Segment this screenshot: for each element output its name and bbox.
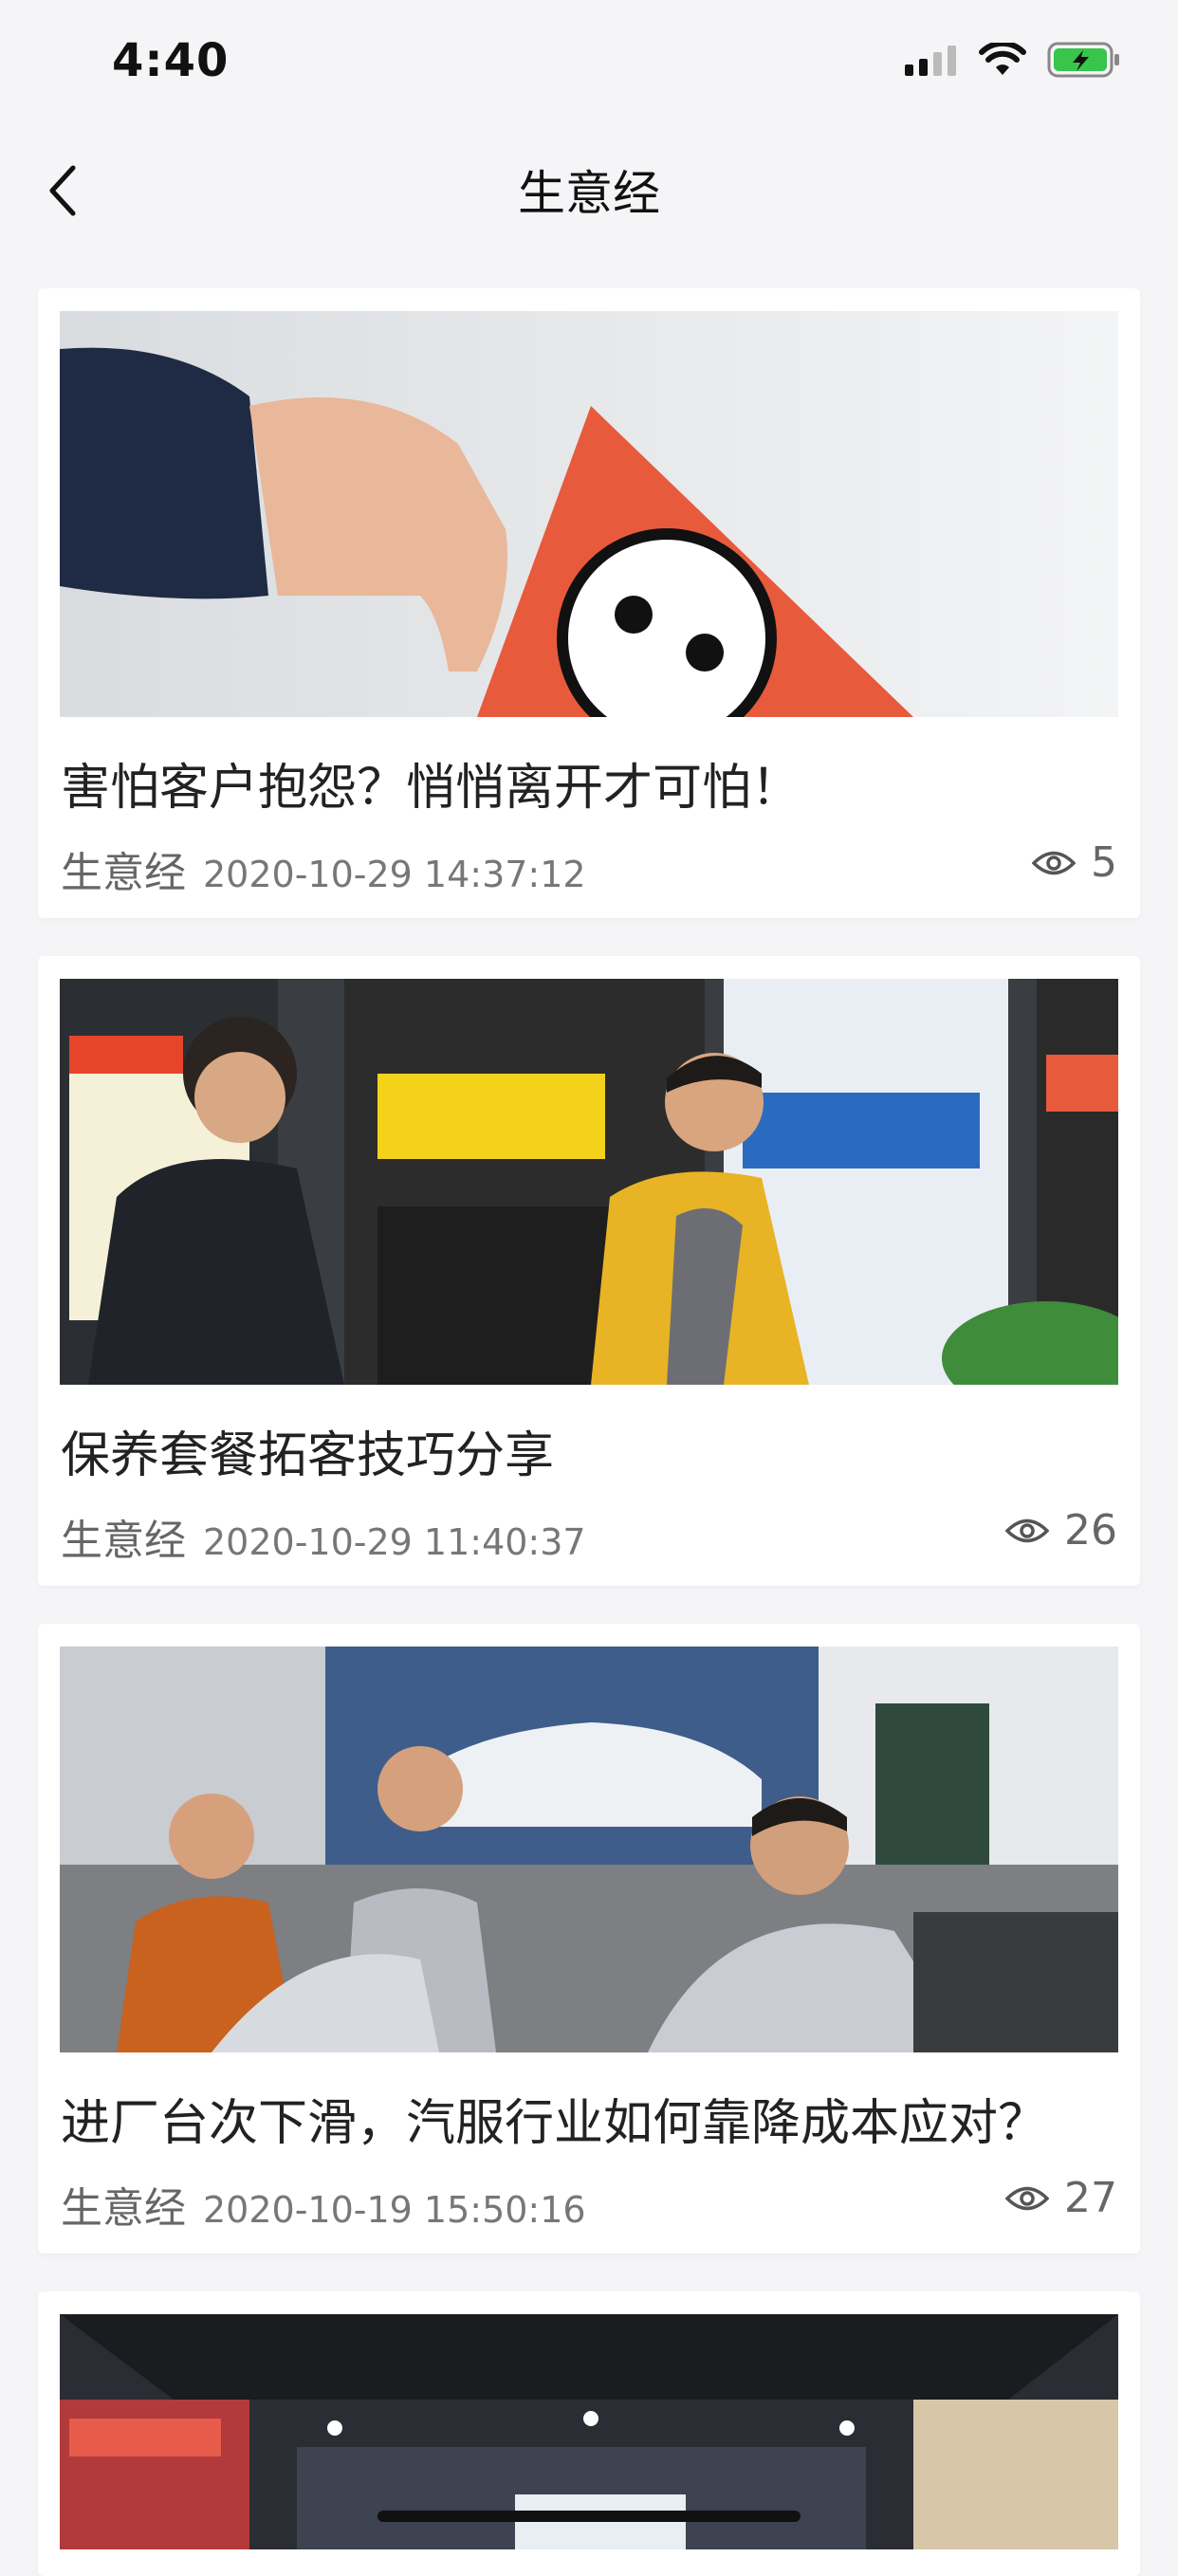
article-image[interactable]: [60, 1647, 1118, 2052]
status-icons: [905, 40, 1121, 82]
eye-icon: [1005, 1518, 1049, 1542]
article-category: 生意经: [61, 1517, 186, 1565]
status-time: 4:40: [112, 34, 230, 87]
page-title: 生意经: [518, 166, 660, 221]
home-indicator[interactable]: [377, 2511, 801, 2522]
article-image[interactable]: [60, 979, 1118, 1385]
status-bar: 4:40: [0, 0, 1178, 125]
article-date: 2020-10-29 11:40:37: [203, 1521, 586, 1563]
cellular-signal-icon: [905, 44, 958, 80]
article-category: 生意经: [61, 2184, 186, 2233]
nav-bar: 生意经: [0, 133, 1178, 243]
article-image[interactable]: [60, 311, 1118, 717]
article-date: 2020-10-29 14:37:12: [203, 854, 586, 895]
article-card[interactable]: 害怕客户抱怨？悄悄离开才可怕！ 生意经 2020-10-29 14:37:12 …: [38, 288, 1140, 918]
views-count: 5: [1091, 838, 1117, 887]
article-meta: 生意经 2020-10-29 11:40:37: [61, 1506, 586, 1567]
eye-icon: [1032, 851, 1076, 874]
article-meta: 生意经 2020-10-29 14:37:12: [61, 838, 586, 899]
article-category: 生意经: [61, 849, 186, 897]
article-title[interactable]: 保养套餐拓客技巧分享: [61, 1415, 554, 1486]
article-card[interactable]: 进厂台次下滑，汽服行业如何靠降成本应对？ 生意经 2020-10-19 15:5…: [38, 1624, 1140, 2254]
views-count: 27: [1064, 2174, 1117, 2222]
article-title[interactable]: 害怕客户抱怨？悄悄离开才可怕！: [61, 747, 801, 819]
views-count: 26: [1064, 1506, 1117, 1555]
battery-charging-icon: [1047, 42, 1121, 82]
article-views: 5: [1032, 838, 1117, 887]
article-meta: 生意经 2020-10-19 15:50:16: [61, 2174, 586, 2235]
article-card[interactable]: 保养套餐拓客技巧分享 生意经 2020-10-29 11:40:37 26: [38, 956, 1140, 1586]
article-card[interactable]: [38, 2291, 1140, 2576]
article-date: 2020-10-19 15:50:16: [203, 2189, 586, 2231]
article-views: 26: [1005, 1506, 1117, 1555]
article-views: 27: [1005, 2174, 1117, 2222]
wifi-icon: [979, 40, 1026, 81]
eye-icon: [1005, 2186, 1049, 2210]
article-title[interactable]: 进厂台次下滑，汽服行业如何靠降成本应对？: [61, 2083, 1047, 2154]
